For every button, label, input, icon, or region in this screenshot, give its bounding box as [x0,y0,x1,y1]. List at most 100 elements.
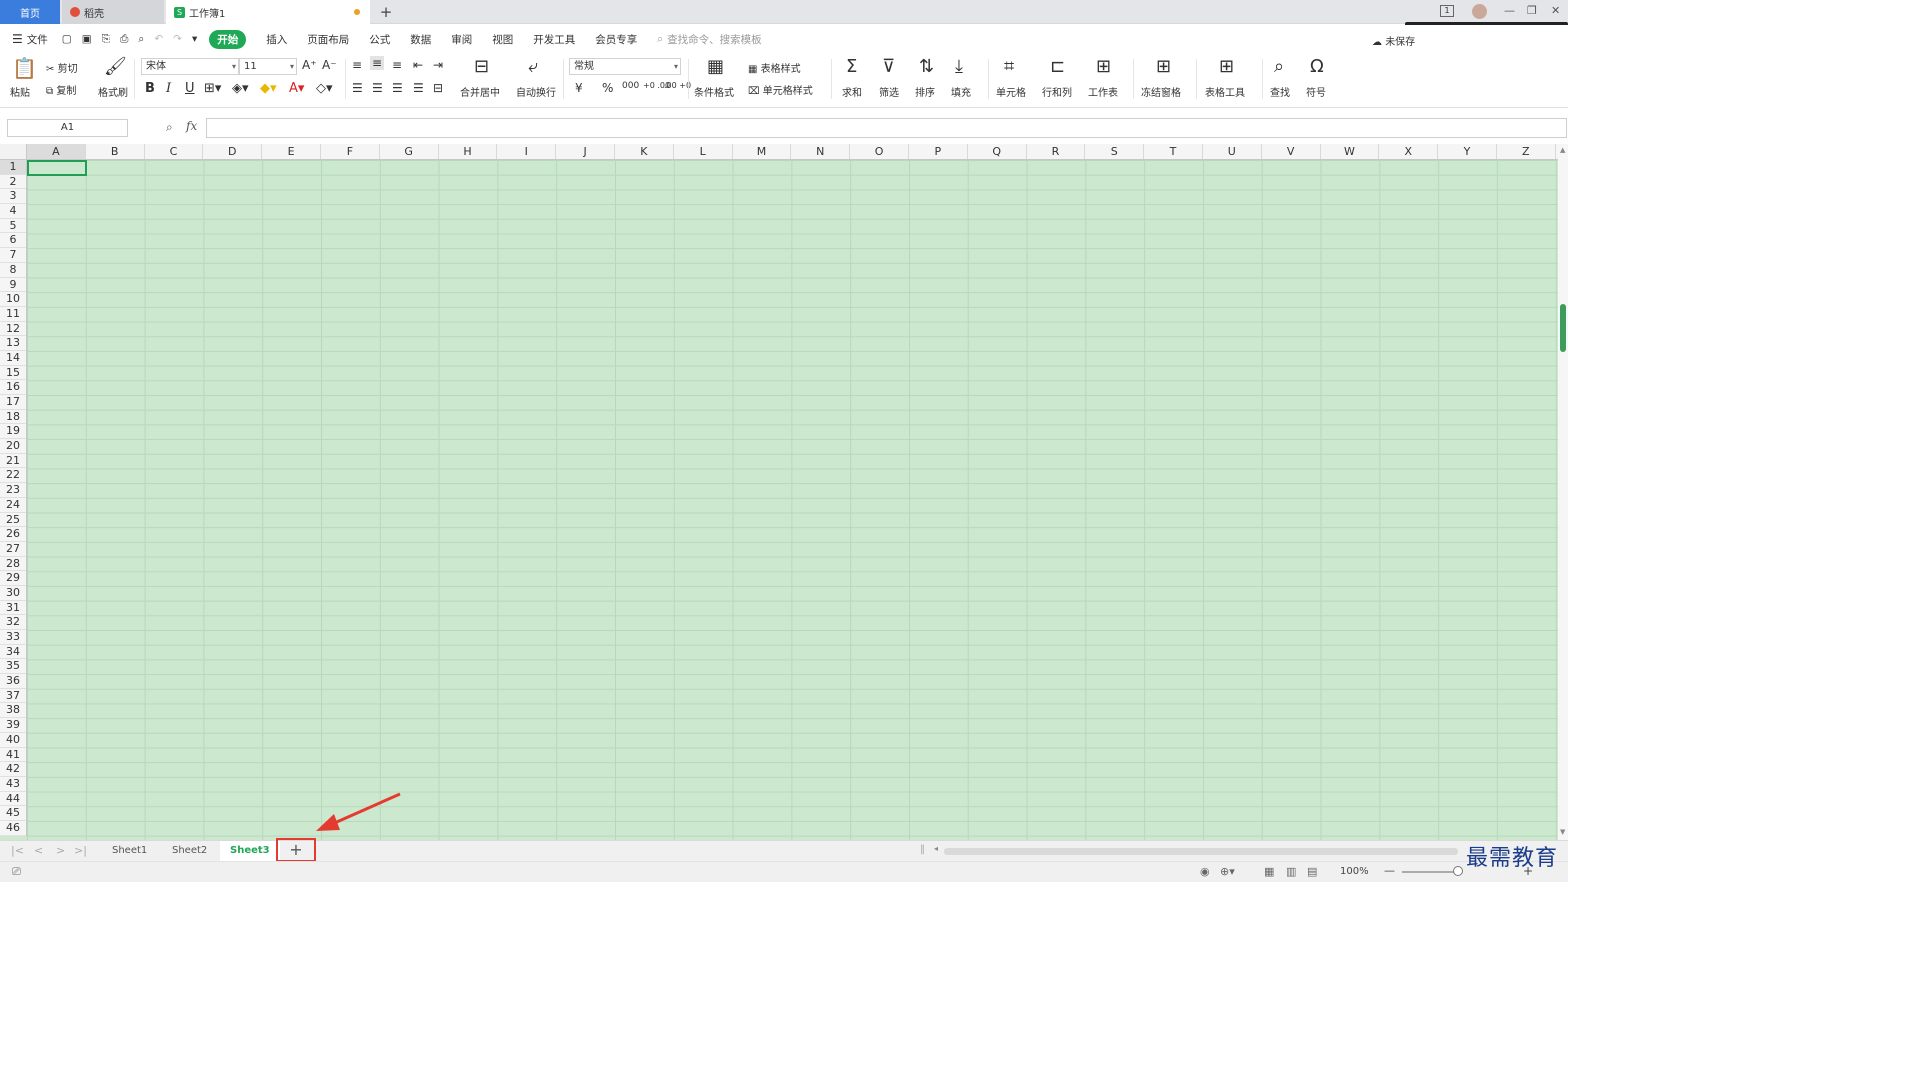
tab-docer[interactable]: 稻壳 [62,0,164,24]
minimize-button[interactable]: — [1504,4,1515,17]
column-header-cell[interactable]: S [1085,144,1145,159]
row-header-cell[interactable]: 42 [0,762,26,777]
row-header-cell[interactable]: 45 [0,806,26,821]
row-col-button[interactable]: 行和列 [1042,84,1072,99]
column-header-cell[interactable]: K [615,144,674,159]
row-header-cell[interactable]: 14 [0,351,26,366]
export-icon[interactable]: ⎘ [102,33,110,46]
tab-review[interactable]: 审阅 [451,32,472,47]
close-button[interactable]: ✕ [1551,4,1560,17]
column-header-cell[interactable]: H [439,144,498,159]
zoom-slider-thumb[interactable] [1453,866,1463,876]
thousands-button[interactable]: 000 [622,81,639,91]
column-header-cell[interactable]: R [1027,144,1086,159]
hamburger-icon[interactable]: ☰ [12,32,23,46]
cut-button[interactable]: ✂ 剪切 [46,60,78,75]
save-icon[interactable]: ▣ [82,33,92,45]
row-header-cell[interactable]: 32 [0,615,26,630]
underline-button[interactable]: U [185,81,195,96]
row-header-cell[interactable]: 41 [0,748,26,763]
column-header-cell[interactable]: W [1321,144,1380,159]
next-sheet-icon[interactable]: > [56,844,65,857]
prev-sheet-icon[interactable]: < [34,844,43,857]
avatar[interactable] [1472,4,1487,19]
column-header-cell[interactable]: P [909,144,968,159]
decrease-font-icon[interactable]: A⁻ [322,58,337,72]
row-header-cell[interactable]: 19 [0,424,26,440]
row-header-cell[interactable]: 27 [0,542,26,557]
scroll-up-icon[interactable]: ▲ [1560,146,1565,154]
font-name-select[interactable]: 宋体 [141,58,239,75]
command-search-input[interactable]: 查找命令、搜索模板 [667,32,762,47]
font-color-icon[interactable]: A▾ [289,81,304,96]
font-size-select[interactable]: 11 [239,58,297,75]
row-header-cell[interactable]: 18 [0,410,26,425]
redo-icon[interactable]: ↷ [173,33,182,45]
paste-icon[interactable]: 📋 [12,56,37,80]
row-header-cell[interactable]: 36 [0,674,26,689]
scroll-left-icon[interactable]: ◂ [934,844,938,853]
file-menu[interactable]: 文件 [27,32,48,47]
row-header-cell[interactable]: 4 [0,204,26,219]
clear-format-icon[interactable]: ◇▾ [316,81,333,96]
vertical-scrollbar[interactable]: ▲ ▼ [1558,144,1568,840]
column-header-cell[interactable]: B [86,144,145,159]
find-button[interactable]: 查找 [1270,84,1290,99]
conditional-format-button[interactable]: 条件格式 [694,84,734,99]
new-tab-button[interactable]: + [378,0,394,24]
column-header-cell[interactable]: T [1144,144,1203,159]
eye-protection-icon[interactable]: ◉ [1200,865,1210,878]
first-sheet-icon[interactable]: |< [11,844,24,857]
align-middle-icon[interactable]: ≡ [370,56,385,70]
row-header-cell[interactable]: 35 [0,659,26,675]
row-header-cell[interactable]: 17 [0,395,26,410]
percent-button[interactable]: % [602,81,613,95]
vertical-scroll-thumb[interactable] [1560,304,1566,352]
column-header-cell[interactable]: F [321,144,380,159]
scroll-down-icon[interactable]: ▼ [1560,828,1565,836]
brush-icon[interactable]: 🖌 [104,56,127,77]
sum-button[interactable]: 求和 [842,84,862,99]
table-style-button[interactable]: ▦ 表格样式 [748,60,801,75]
column-header-cell[interactable]: O [850,144,909,159]
zoom-level[interactable]: 100% [1340,866,1369,877]
add-sheet-button[interactable]: + [276,838,316,862]
column-header-cell[interactable]: A [27,144,86,159]
border-icon[interactable]: ⊞▾ [204,81,221,96]
tab-member[interactable]: 会员专享 [595,32,637,47]
cell-style-button[interactable]: ⌧ 单元格样式 [748,82,813,97]
row-header-cell[interactable]: 2 [0,175,26,190]
page-layout-view-icon[interactable]: ▥ [1286,865,1296,878]
column-header-cell[interactable]: U [1203,144,1262,159]
column-header-cell[interactable]: G [380,144,439,159]
row-header-cell[interactable]: 46 [0,821,26,836]
window-count-icon[interactable]: 1 [1440,5,1454,17]
fill-button[interactable]: 填充 [951,84,971,99]
row-header-cell[interactable]: 13 [0,336,26,351]
align-left-icon[interactable]: ☰ [352,81,363,95]
row-header-cell[interactable]: 23 [0,483,26,498]
number-format-select[interactable]: 常规 [569,58,681,75]
row-header-cell[interactable]: 12 [0,322,26,337]
row-header-cell[interactable]: 29 [0,571,26,586]
tab-workbook[interactable]: S 工作簿1 [166,0,370,24]
row-header-cell[interactable]: 11 [0,307,26,322]
name-box[interactable]: A1 [7,119,128,137]
tab-formula[interactable]: 公式 [369,32,390,47]
row-header-cell[interactable]: 6 [0,233,26,249]
tab-view[interactable]: 视图 [492,32,513,47]
selected-cell[interactable] [27,160,87,176]
row-header-cell[interactable]: 25 [0,513,26,528]
italic-button[interactable]: I [166,81,171,96]
format-painter-button[interactable]: 格式刷 [98,84,128,99]
cloud-status[interactable]: ☁ 未保存 [1372,33,1415,48]
tab-developer[interactable]: 开发工具 [533,32,575,47]
split-handle-icon[interactable]: ‖ [920,844,925,855]
freeze-panes-button[interactable]: 冻结窗格 [1141,84,1181,99]
row-header-cell[interactable]: 38 [0,703,26,719]
row-header-cell[interactable]: 1 [0,160,26,175]
row-header-cell[interactable]: 5 [0,219,26,234]
row-header-cell[interactable]: 15 [0,366,26,381]
row-header-cell[interactable]: 40 [0,733,26,748]
justify-icon[interactable]: ☰ [413,81,424,95]
